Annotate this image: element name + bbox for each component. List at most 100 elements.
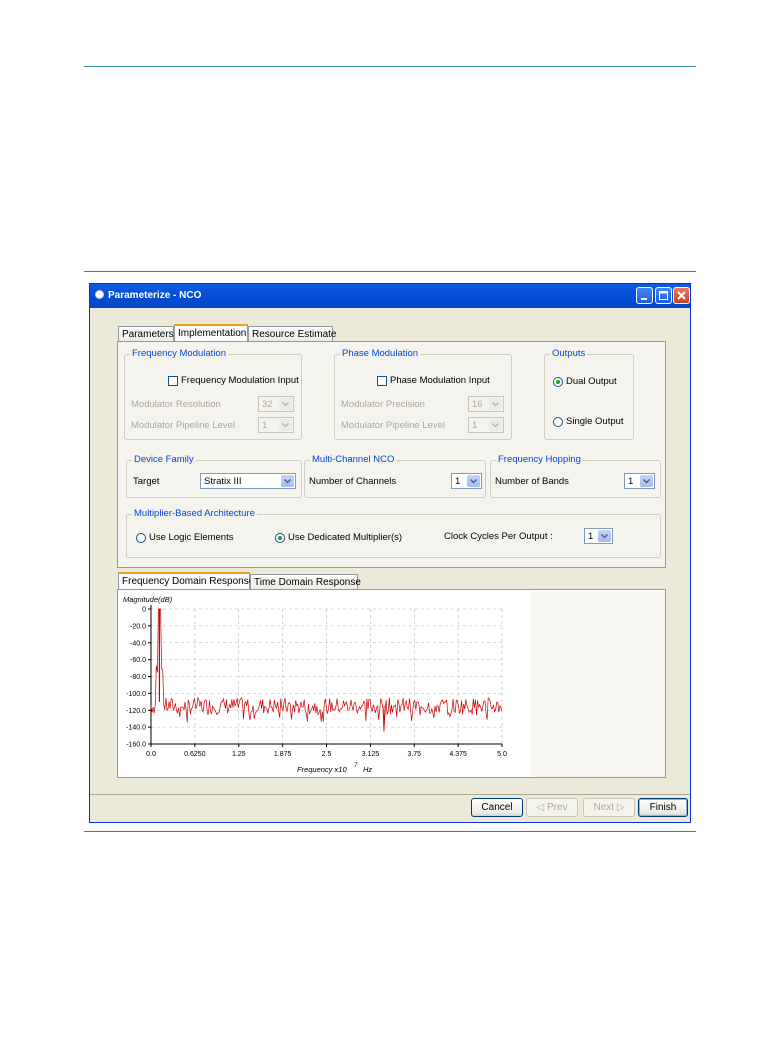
number-of-channels-select[interactable]: 1 [451, 473, 482, 489]
y-tick-label: 0 [142, 607, 146, 614]
phase-modulation-legend: Phase Modulation [340, 348, 421, 359]
phase-modulator-pipeline-label: Modulator Pipeline Level [341, 420, 446, 431]
chevron-down-icon [279, 398, 292, 410]
multi-channel-group: Multi-Channel NCO Number of Channels 1 [304, 454, 486, 498]
response-side-area [530, 591, 665, 777]
maximize-button[interactable] [655, 287, 672, 304]
y-tick-label: -60.0 [130, 657, 146, 664]
close-icon [677, 291, 686, 300]
implementation-panel: Frequency Modulation Frequency Modulatio… [117, 341, 666, 568]
frequency-modulation-input-label: Frequency Modulation Input [181, 375, 299, 386]
x-tick-label: 1.875 [274, 751, 292, 758]
target-value: Stratix III [204, 476, 242, 487]
y-tick-label: -100.0 [126, 691, 146, 698]
chevron-down-icon [489, 419, 502, 431]
multiplier-architecture-group: Multiplier-Based Architecture Use Logic … [126, 508, 661, 558]
x-tick-label: 5.0 [497, 751, 507, 758]
main-tabs: Parameters Implementation Resource Estim… [118, 324, 368, 342]
x-tick-label: 2.5 [322, 751, 332, 758]
tab-frequency-domain-response[interactable]: Frequency Domain Response [118, 572, 254, 590]
use-logic-elements-label: Use Logic Elements [149, 532, 234, 543]
prev-button[interactable]: ◁ Prev [526, 798, 578, 817]
multi-channel-legend: Multi-Channel NCO [310, 454, 397, 465]
multiplier-architecture-legend: Multiplier-Based Architecture [132, 508, 257, 519]
freq-modulator-pipeline-value: 1 [262, 420, 268, 431]
x-axis-label: Frequency x10 [297, 765, 347, 774]
use-logic-elements-radio[interactable] [136, 533, 146, 543]
tab-resource-estimate[interactable]: Resource Estimate [248, 326, 336, 341]
finish-button[interactable]: Finish [638, 798, 688, 817]
frequency-modulation-group: Frequency Modulation Frequency Modulatio… [124, 348, 302, 440]
phase-modulation-input-label: Phase Modulation Input [390, 375, 490, 386]
target-label: Target [133, 476, 160, 487]
minimize-icon [641, 298, 647, 300]
app-icon [95, 290, 104, 299]
tab-implementation[interactable]: Implementation [174, 324, 248, 342]
single-output-label: Single Output [566, 416, 624, 427]
x-tick-label: 3.125 [362, 751, 380, 758]
device-family-group: Device Family Target Stratix III [126, 454, 302, 498]
modulator-precision-value: 16 [472, 399, 483, 410]
y-tick-label: -140.0 [126, 725, 146, 732]
minimize-button[interactable] [636, 287, 653, 304]
device-family-legend: Device Family [132, 454, 196, 465]
next-button[interactable]: Next ▷ [583, 798, 635, 817]
number-of-channels-value: 1 [455, 476, 461, 487]
clock-cycles-select[interactable]: 1 [584, 528, 613, 544]
modulator-resolution-select[interactable]: 32 [258, 396, 294, 412]
parameterize-dialog: Parameterize - NCO Parameters Implementa… [89, 283, 691, 823]
response-panel: 0.0 0.6250 1.25 1.875 2.5 3.125 3.75 4.375 5.0 0 -… [117, 589, 666, 778]
chevron-down-icon [489, 398, 502, 410]
dual-output-label: Dual Output [566, 376, 617, 387]
clock-cycles-label: Clock Cycles Per Output : [444, 531, 553, 542]
dual-output-radio[interactable] [553, 377, 563, 387]
chevron-down-icon [467, 475, 480, 487]
top-rule [84, 66, 696, 67]
frequency-hopping-group: Frequency Hopping Number of Bands 1 [490, 454, 661, 498]
phase-modulation-group: Phase Modulation Phase Modulation Input … [334, 348, 512, 440]
x-tick-label: 1.25 [232, 751, 246, 758]
chevron-down-icon [279, 419, 292, 431]
x-tick-label: 0.0 [146, 751, 156, 758]
freq-modulator-pipeline-select[interactable]: 1 [258, 417, 294, 433]
button-bar-divider [90, 794, 690, 795]
response-tabs: Frequency Domain Response Time Domain Re… [118, 572, 368, 590]
y-tick-label: -20.0 [130, 623, 146, 630]
phase-modulator-pipeline-select[interactable]: 1 [468, 417, 504, 433]
y-tick-label: -40.0 [130, 640, 146, 647]
window-title: Parameterize - NCO [108, 290, 202, 301]
target-select[interactable]: Stratix III [200, 473, 296, 489]
modulator-resolution-label: Modulator Resolution [131, 399, 221, 410]
number-of-bands-value: 1 [628, 476, 634, 487]
outputs-group: Outputs Dual Output Single Output [544, 348, 634, 440]
use-dedicated-multipliers-radio[interactable] [275, 533, 285, 543]
x-axis-label-exponent: 7 [354, 763, 358, 769]
chevron-down-icon [640, 475, 653, 487]
x-tick-label: 0.6250 [184, 751, 206, 758]
chevron-down-icon [598, 530, 611, 542]
modulator-resolution-value: 32 [262, 399, 273, 410]
frequency-response-chart: 0.0 0.6250 1.25 1.875 2.5 3.125 3.75 4.375 5.0 0 -… [123, 595, 507, 774]
maximize-icon [659, 291, 668, 300]
frequency-modulation-legend: Frequency Modulation [130, 348, 228, 359]
modulator-precision-select[interactable]: 16 [468, 396, 504, 412]
y-tick-label: -160.0 [126, 742, 146, 749]
modulator-precision-label: Modulator Precision [341, 399, 425, 410]
close-button[interactable] [673, 287, 690, 304]
single-output-radio[interactable] [553, 417, 563, 427]
title-bar[interactable]: Parameterize - NCO [90, 284, 690, 308]
figure-bottom-rule [84, 831, 696, 832]
number-of-bands-label: Number of Bands [495, 476, 569, 487]
phase-modulation-checkbox[interactable] [377, 376, 387, 386]
cancel-button[interactable]: Cancel [471, 798, 523, 817]
use-dedicated-multipliers-label: Use Dedicated Multiplier(s) [288, 532, 403, 543]
frequency-modulation-checkbox[interactable] [168, 376, 178, 386]
x-tick-label: 3.75 [407, 751, 421, 758]
y-axis-label: Magnitude(dB) [123, 595, 173, 604]
tab-time-domain-response[interactable]: Time Domain Response [250, 574, 361, 589]
y-tick-label: -80.0 [130, 674, 146, 681]
tab-parameters[interactable]: Parameters [118, 326, 174, 341]
freq-modulator-pipeline-label: Modulator Pipeline Level [131, 420, 236, 431]
figure-top-rule [84, 271, 696, 272]
number-of-bands-select[interactable]: 1 [624, 473, 655, 489]
